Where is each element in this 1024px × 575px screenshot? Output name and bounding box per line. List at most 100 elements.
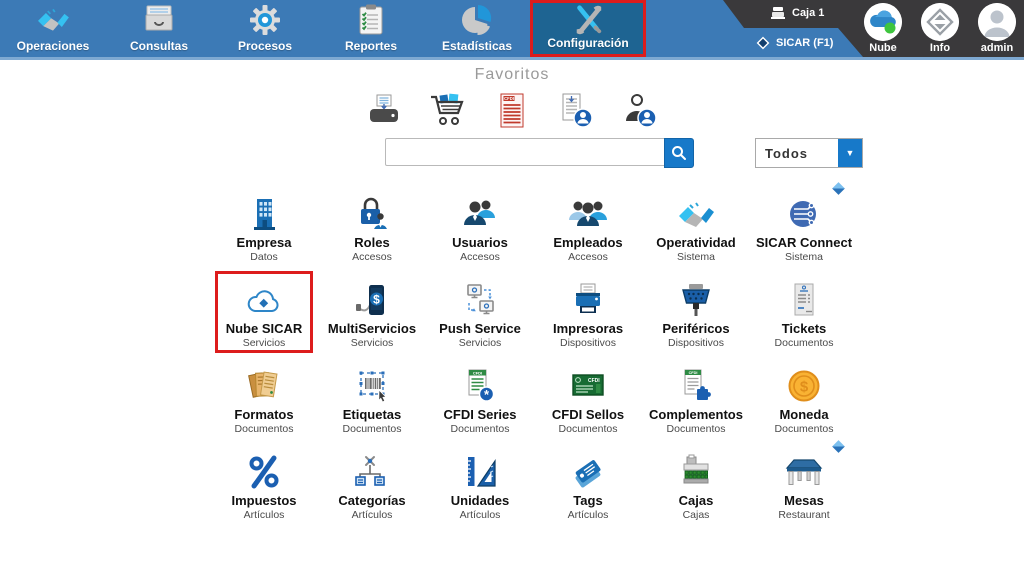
grid-item-impuestos[interactable]: Impuestos Artículos — [210, 446, 318, 532]
grid-item-sicar-connect[interactable]: SICAR Connect Sistema — [750, 188, 858, 274]
top-menubar: Operaciones Consultas — [0, 0, 1024, 60]
svg-text:CFDI: CFDI — [588, 378, 600, 384]
quick-info[interactable]: Info — [917, 3, 963, 54]
grid-item-multiservicios[interactable]: $ MultiServicios Servicios — [318, 274, 426, 360]
menu-consultas[interactable]: Consultas — [106, 0, 212, 57]
favorites-row: CFDI — [0, 92, 1024, 130]
search-section: Todos ▼ — [0, 130, 1024, 182]
menu-configuracion[interactable]: Configuración — [530, 0, 646, 57]
config-grid: Empresa Datos Roles Accesos — [210, 188, 858, 532]
app-badge[interactable]: SICAR (F1) — [756, 36, 833, 50]
barcode-select-icon — [352, 360, 392, 404]
grid-item-usuarios[interactable]: Usuarios Accesos — [426, 188, 534, 274]
favorite-shopping-cart[interactable] — [427, 92, 469, 130]
grid-item-etiquetas[interactable]: Etiquetas Documentos — [318, 360, 426, 446]
grid-item-nube-sicar[interactable]: Nube SICAR Servicios — [210, 274, 318, 360]
menu-reportes[interactable]: Reportes — [318, 0, 424, 57]
chevron-down-icon: ▼ — [838, 139, 862, 167]
station-indicator: Caja 1 — [770, 6, 824, 20]
filter-selected-value: Todos — [756, 139, 838, 167]
menu-estadisticas[interactable]: Estadísticas — [424, 0, 530, 57]
favorite-user-search[interactable] — [619, 92, 661, 130]
diamond-badge-icon — [832, 182, 845, 195]
archive-drawer-icon — [143, 0, 175, 40]
favorites-title: Favoritos — [0, 66, 1024, 84]
grid-item-categorias[interactable]: Categorías Artículos — [318, 446, 426, 532]
menu-label: Reportes — [345, 40, 397, 53]
favorite-ticket-printer[interactable] — [363, 92, 405, 130]
grid-item-perifericos[interactable]: Periféricos Dispositivos — [642, 274, 750, 360]
category-tree-icon — [352, 446, 392, 490]
clipboard-icon — [358, 0, 384, 40]
cfdi-red-document-icon: CFDI — [498, 93, 526, 129]
quick-nube[interactable]: Nube — [860, 3, 906, 54]
svg-text:CFDI: CFDI — [689, 371, 698, 375]
printer-icon — [568, 274, 608, 318]
cfdi-green-card-icon: CFDI — [567, 360, 609, 404]
circuit-globe-icon — [784, 188, 824, 232]
svg-text:CFDI: CFDI — [473, 370, 482, 375]
grid-item-push-service[interactable]: Push Service Servicios — [426, 274, 534, 360]
table-icon — [783, 446, 825, 490]
menu-operaciones[interactable]: Operaciones — [0, 0, 106, 57]
tags-icon — [568, 446, 608, 490]
vga-connector-icon — [676, 274, 716, 318]
station-label: Caja 1 — [792, 7, 824, 19]
handshake-icon — [676, 188, 716, 232]
info-diamond-icon — [921, 3, 959, 41]
favorite-cfdi-document[interactable]: CFDI — [491, 92, 533, 130]
cloud-status-icon — [864, 3, 902, 41]
main-menu: Operaciones Consultas — [0, 0, 646, 57]
grid-item-mesas[interactable]: Mesas Restaurant — [750, 446, 858, 532]
grid-item-complementos[interactable]: CFDI Complementos Documentos — [642, 360, 750, 446]
three-users-icon — [567, 188, 609, 232]
gear-icon — [249, 0, 281, 40]
linked-monitors-icon — [460, 274, 500, 318]
user-avatar-icon — [978, 3, 1016, 41]
grid-item-operatividad[interactable]: Operatividad Sistema — [642, 188, 750, 274]
phone-payment-icon: $ — [353, 274, 391, 318]
grid-item-tags[interactable]: Tags Artículos — [534, 446, 642, 532]
cash-register-icon — [676, 446, 716, 490]
cloud-diamond-icon — [243, 274, 285, 318]
shopping-cart-icon — [428, 93, 468, 129]
quick-admin[interactable]: admin — [974, 3, 1020, 54]
document-stack-icon — [244, 360, 284, 404]
configuration-panel: Favoritos — [0, 60, 1024, 575]
grid-item-impresoras[interactable]: Impresoras Dispositivos — [534, 274, 642, 360]
menu-label: Consultas — [130, 40, 188, 53]
grid-item-unidades[interactable]: Unidades Artículos — [426, 446, 534, 532]
grid-item-empleados[interactable]: Empleados Accesos — [534, 188, 642, 274]
diamond-icon — [756, 36, 770, 50]
cash-register-icon — [770, 6, 786, 20]
tools-icon — [570, 3, 606, 37]
user-search-badge-icon — [623, 93, 657, 129]
grid-item-moneda[interactable]: $ Moneda Documentos — [750, 360, 858, 446]
favorite-document-user[interactable] — [555, 92, 597, 130]
quick-actions: Nube Info — [860, 3, 1020, 54]
menu-label: Procesos — [238, 40, 292, 53]
search-button[interactable] — [664, 138, 694, 168]
grid-item-cfdi-sellos[interactable]: CFDI CFDI Sellos Documentos — [534, 360, 642, 446]
receipt-icon — [790, 274, 818, 318]
grid-item-roles[interactable]: Roles Accesos — [318, 188, 426, 274]
coin-icon: $ — [786, 360, 822, 404]
grid-item-tickets[interactable]: Tickets Documentos — [750, 274, 858, 360]
ruler-triangle-icon — [461, 446, 499, 490]
menu-procesos[interactable]: Procesos — [212, 0, 318, 57]
percent-icon — [245, 446, 283, 490]
grid-item-empresa[interactable]: Empresa Datos — [210, 188, 318, 274]
menu-label: Operaciones — [17, 40, 90, 53]
grid-item-cajas[interactable]: Cajas Cajas — [642, 446, 750, 532]
svg-text:$: $ — [800, 379, 809, 396]
app-badge-label: SICAR (F1) — [776, 37, 833, 49]
search-icon — [671, 145, 687, 161]
building-icon — [244, 188, 284, 232]
grid-item-cfdi-series[interactable]: CFDI * CFDI Series Documentos — [426, 360, 534, 446]
search-input[interactable] — [385, 138, 667, 166]
grid-item-formatos[interactable]: Formatos Documentos — [210, 360, 318, 446]
svg-text:CFDI: CFDI — [504, 96, 514, 101]
two-users-icon — [460, 188, 500, 232]
quick-label: Info — [930, 42, 950, 54]
filter-dropdown[interactable]: Todos ▼ — [755, 138, 863, 168]
